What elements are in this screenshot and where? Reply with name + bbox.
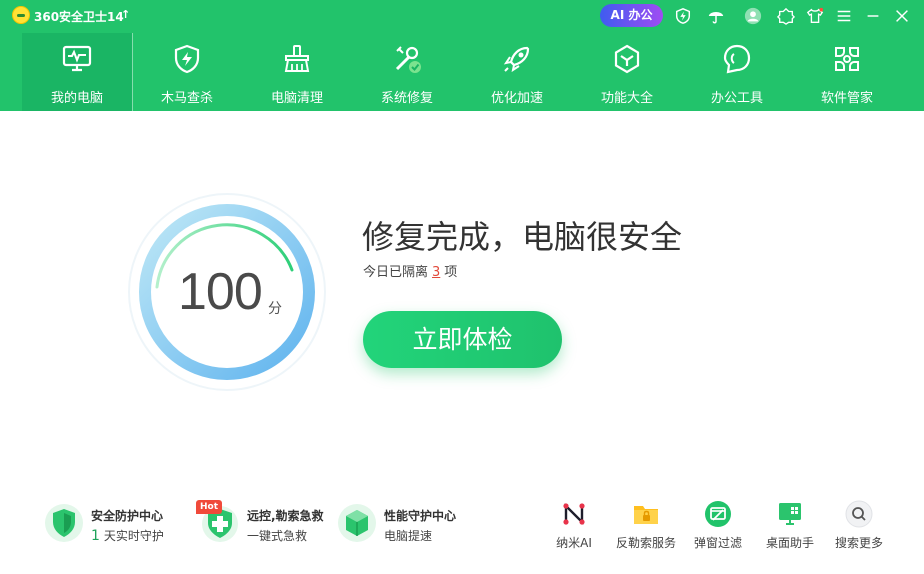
- wrench-icon: [389, 41, 425, 77]
- umbrella-icon[interactable]: [706, 6, 726, 26]
- feature-subtitle: 一键式急救: [247, 529, 308, 543]
- performance-center-entry[interactable]: 性能守护中心 电脑提速: [337, 503, 467, 547]
- tab-label: 软件管家: [820, 91, 873, 106]
- quarantine-prefix: 今日已隔离: [363, 265, 429, 280]
- tool-anti-ransom[interactable]: 反勒索服务: [611, 500, 681, 554]
- clover-grid-icon: [829, 41, 865, 77]
- security-score: 100: [178, 263, 263, 321]
- desktop-grid-icon: [779, 503, 801, 525]
- main-tabs: 我的电脑 木马查杀 电脑清理 系统修复 优化加速 功能大全 办公工具 软件管家: [22, 33, 922, 111]
- tab-label: 我的电脑: [50, 91, 103, 106]
- quarantine-summary: 今日已隔离 3 项: [363, 261, 457, 280]
- close-icon[interactable]: [892, 6, 912, 26]
- feature-subtitle: 电脑提速: [384, 529, 433, 543]
- title-bar: 360安全卫士14 ↑ AI 办公: [0, 0, 924, 32]
- tool-desktop-assistant[interactable]: 桌面助手: [755, 500, 825, 554]
- skin-icon[interactable]: [776, 6, 796, 26]
- tab-label: 功能大全: [600, 91, 653, 106]
- tool-label: 弹窗过滤: [693, 536, 742, 550]
- tab-label: 办公工具: [710, 91, 763, 106]
- start-checkup-button[interactable]: 立即体检: [363, 311, 562, 368]
- hot-badge: Hot: [196, 500, 222, 514]
- tab-office-tools[interactable]: 办公工具: [682, 33, 792, 111]
- score-unit: 分: [268, 301, 282, 317]
- tool-nano-ai[interactable]: 纳米AI: [539, 500, 609, 554]
- minimize-icon[interactable]: [863, 6, 883, 26]
- feature-title: 安全防护中心: [91, 509, 164, 523]
- tab-label: 优化加速: [490, 91, 543, 106]
- app-logo-icon: [12, 6, 30, 24]
- tab-label: 系统修复: [380, 91, 433, 106]
- header: 360安全卫士14 ↑ AI 办公 我的电脑 木马查杀 电脑清理 系统修复 优化…: [0, 0, 924, 111]
- tab-all-features[interactable]: 功能大全: [572, 33, 682, 111]
- tab-optimize[interactable]: 优化加速: [462, 33, 572, 111]
- rocket-icon: [499, 41, 535, 77]
- protect-days-label: 天实时守护: [103, 529, 164, 543]
- security-center-entry[interactable]: 安全防护中心 1 天实时守护: [44, 503, 174, 547]
- tool-label: 桌面助手: [765, 536, 814, 550]
- folder-lock-icon: [634, 506, 658, 524]
- tool-label: 纳米AI: [556, 536, 592, 550]
- ai-office-button[interactable]: AI 办公: [600, 4, 663, 27]
- tab-label: 木马查杀: [160, 91, 213, 106]
- protect-days: 1: [91, 528, 100, 544]
- avatar[interactable]: [743, 6, 763, 26]
- search-icon: [845, 500, 873, 528]
- performance-cube-icon: [338, 504, 376, 542]
- tab-cleanup[interactable]: 电脑清理: [242, 33, 352, 111]
- nano-ai-icon: [563, 503, 585, 525]
- tool-label: 反勒索服务: [615, 536, 676, 550]
- green-shield-icon: [45, 504, 83, 542]
- tool-search-more[interactable]: 搜索更多: [824, 500, 894, 554]
- status-headline: 修复完成，电脑很安全: [362, 218, 683, 256]
- feature-title: 性能守护中心: [384, 509, 457, 523]
- feature-title: 远控,勒索急救: [247, 509, 324, 523]
- quarantine-suffix: 项: [444, 265, 458, 280]
- broom-icon: [279, 41, 315, 77]
- update-arrow-icon[interactable]: ↑: [121, 8, 130, 21]
- tab-my-computer[interactable]: 我的电脑: [22, 33, 132, 111]
- app-title: 360安全卫士14: [34, 10, 124, 24]
- tab-divider: [132, 33, 133, 111]
- menu-icon[interactable]: [834, 6, 854, 26]
- tab-trojan-scan[interactable]: 木马查杀: [132, 33, 242, 111]
- feature-subtitle: 1 天实时守护: [91, 527, 164, 544]
- tab-software-manager[interactable]: 软件管家: [792, 33, 902, 111]
- tab-label: 电脑清理: [270, 91, 323, 106]
- office-drop-icon: [719, 41, 755, 77]
- tool-popup-filter[interactable]: 弹窗过滤: [683, 500, 753, 554]
- popup-filter-icon: [705, 501, 731, 527]
- cube-icon: [609, 41, 645, 77]
- quarantine-count-link[interactable]: 3: [432, 265, 440, 280]
- tool-label: 搜索更多: [834, 536, 883, 550]
- monitor-icon: [59, 41, 95, 77]
- shield-icon: [169, 41, 205, 77]
- shirt-icon[interactable]: [805, 6, 825, 26]
- tab-system-repair[interactable]: 系统修复: [352, 33, 462, 111]
- shield-bolt-icon[interactable]: [673, 6, 693, 26]
